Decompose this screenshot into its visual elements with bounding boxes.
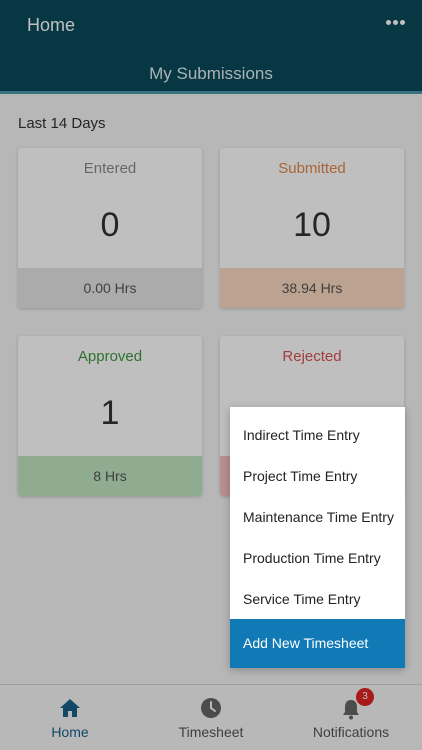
app-screen: Home My Submissions Last 14 Days Entered… — [0, 0, 422, 750]
menu-item-maintenance-time-entry[interactable]: Maintenance Time Entry — [230, 497, 405, 538]
menu-item-service-time-entry[interactable]: Service Time Entry — [230, 579, 405, 620]
add-new-timesheet-button[interactable]: Add New Timesheet — [230, 619, 405, 668]
menu-item-project-time-entry[interactable]: Project Time Entry — [230, 456, 405, 497]
add-entry-menu: Indirect Time Entry Project Time Entry M… — [230, 407, 405, 668]
menu-item-production-time-entry[interactable]: Production Time Entry — [230, 538, 405, 579]
menu-item-indirect-time-entry[interactable]: Indirect Time Entry — [230, 415, 405, 456]
